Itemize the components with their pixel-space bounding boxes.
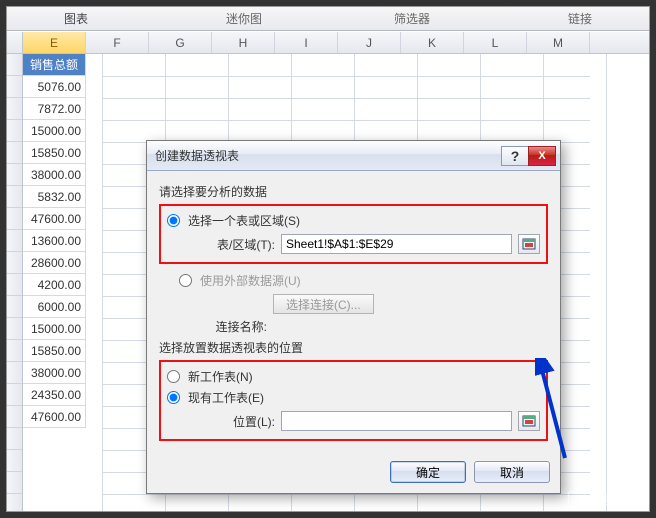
radio-existing-worksheet-label: 现有工作表(E) [188,389,264,406]
cell[interactable]: 24350.00 [23,384,86,406]
col-header-J[interactable]: J [338,32,401,53]
radio-new-worksheet-label: 新工作表(N) [188,368,253,385]
cell[interactable]: 4200.00 [23,274,86,296]
location-input[interactable] [281,411,512,431]
cell[interactable]: 5832.00 [23,186,86,208]
row-header[interactable] [7,340,22,362]
cell[interactable]: 15000.00 [23,120,86,142]
help-button[interactable]: ? [501,146,529,166]
highlight-box-source: 选择一个表或区域(S) 表/区域(T): [159,204,548,264]
col-header-H[interactable]: H [212,32,275,53]
cell[interactable]: 15850.00 [23,340,86,362]
row-header[interactable] [7,362,22,384]
row-header[interactable] [7,98,22,120]
ribbon-group-chart[interactable]: 图表 [27,10,125,27]
row-header[interactable] [7,54,22,76]
radio-external-source[interactable] [179,274,192,287]
cell[interactable]: 15850.00 [23,142,86,164]
help-icon: ? [511,148,520,164]
select-all-corner[interactable] [7,32,23,53]
watermark: ✦ 系统之家 [568,490,646,510]
row-header[interactable] [7,494,22,511]
range-picker-icon [522,415,536,427]
create-pivottable-dialog: 创建数据透视表 ? X 请选择要分析的数据 选择一个表或区域(S) 表/区域(T… [146,140,561,494]
col-header-I[interactable]: I [275,32,338,53]
cell[interactable]: 47600.00 [23,406,86,428]
row-header[interactable] [7,450,22,472]
section-select-data-label: 请选择要分析的数据 [159,183,548,200]
col-header-E[interactable]: E [23,32,86,53]
highlight-box-placement: 新工作表(N) 现有工作表(E) 位置(L): [159,360,548,441]
connection-name-label: 连接名称: [189,318,267,335]
row-header[interactable] [7,208,22,230]
watermark-logo-icon: ✦ [568,491,586,509]
close-icon: X [538,150,545,162]
cell[interactable]: 38000.00 [23,362,86,384]
close-button[interactable]: X [528,146,556,166]
row-header[interactable] [7,274,22,296]
range-picker-icon [522,238,536,250]
row-header[interactable] [7,318,22,340]
ok-button[interactable]: 确定 [390,461,466,483]
cell[interactable]: 5076.00 [23,76,86,98]
row-headers [7,54,23,511]
cell[interactable]: 47600.00 [23,208,86,230]
col-header-M[interactable]: M [527,32,590,53]
row-header[interactable] [7,120,22,142]
col-header-L[interactable]: L [464,32,527,53]
dialog-title: 创建数据透视表 [155,147,502,164]
annotation-arrow [535,358,585,468]
dialog-body: 请选择要分析的数据 选择一个表或区域(S) 表/区域(T): 使用外部数据源(U… [147,171,560,455]
row-header[interactable] [7,230,22,252]
radio-external-source-label: 使用外部数据源(U) [200,272,301,289]
radio-new-worksheet[interactable] [167,370,180,383]
row-header[interactable] [7,406,22,428]
row-header[interactable] [7,472,22,494]
radio-select-range[interactable] [167,214,180,227]
row-header[interactable] [7,252,22,274]
table-range-label: 表/区域(T): [197,236,275,253]
column-title-cell[interactable]: 销售总额 [23,54,86,76]
col-header-G[interactable]: G [149,32,212,53]
col-header-F[interactable]: F [86,32,149,53]
ribbon-group-sparkline[interactable]: 迷你图 [195,10,293,27]
ribbon-bar: 图表 迷你图 筛选器 链接 [7,7,649,31]
ribbon-group-link[interactable]: 链接 [531,10,629,27]
dialog-footer: 确定 取消 [147,455,560,493]
location-label: 位置(L): [197,413,275,430]
column-headers: E F G H I J K L M [7,32,649,54]
cell[interactable]: 7872.00 [23,98,86,120]
row-header[interactable] [7,384,22,406]
cell[interactable]: 6000.00 [23,296,86,318]
cell[interactable]: 28600.00 [23,252,86,274]
row-header[interactable] [7,142,22,164]
row-header[interactable] [7,76,22,98]
cell[interactable]: 38000.00 [23,164,86,186]
choose-connection-button: 选择连接(C)... [273,294,374,314]
radio-select-range-label: 选择一个表或区域(S) [188,212,300,229]
row-header[interactable] [7,164,22,186]
table-range-input[interactable] [281,234,512,254]
dialog-titlebar[interactable]: 创建数据透视表 ? X [147,141,560,171]
section-placement-label: 选择放置数据透视表的位置 [159,339,548,356]
ribbon-group-filter[interactable]: 筛选器 [363,10,461,27]
row-header[interactable] [7,428,22,450]
col-header-K[interactable]: K [401,32,464,53]
cell[interactable]: 13600.00 [23,230,86,252]
row-header[interactable] [7,186,22,208]
radio-existing-worksheet[interactable] [167,391,180,404]
watermark-text: 系统之家 [590,490,646,510]
data-column-E: 销售总额 5076.00 7872.00 15000.00 15850.00 3… [23,54,86,428]
collapse-range-button[interactable] [518,234,540,254]
row-header[interactable] [7,296,22,318]
cell[interactable]: 15000.00 [23,318,86,340]
